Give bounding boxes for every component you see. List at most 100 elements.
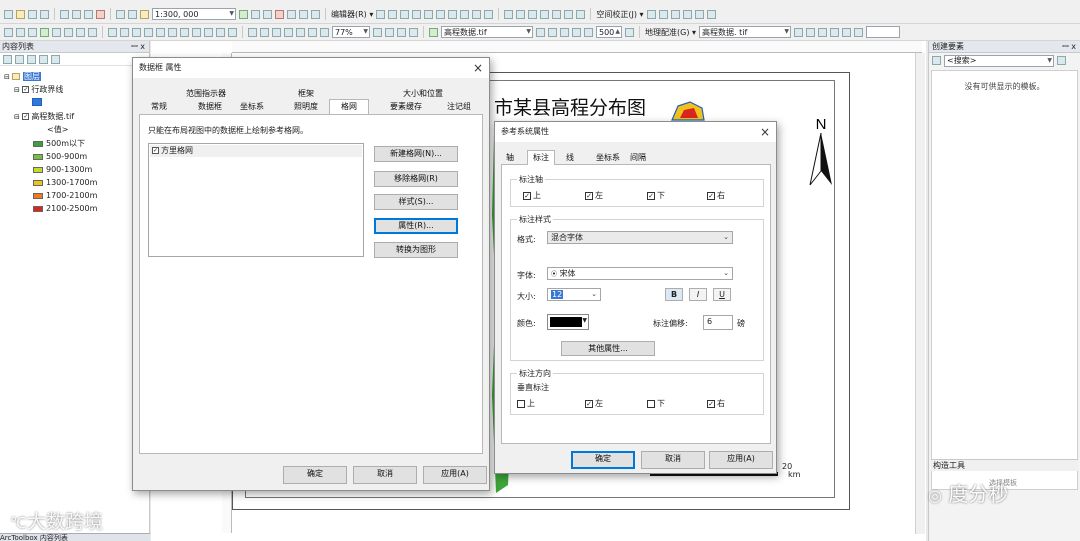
toggle-draft-icon[interactable] [373, 27, 382, 37]
time-slider-icon[interactable] [216, 27, 225, 37]
apply-button[interactable]: 应用(A) [423, 466, 487, 484]
attributes-icon[interactable] [460, 9, 470, 19]
spatial-tool-2-icon[interactable] [516, 9, 526, 19]
list-by-selection-icon[interactable] [39, 55, 48, 64]
back-extent-icon[interactable] [76, 27, 85, 37]
grid-list[interactable]: ✓ 方里格网 [148, 143, 364, 257]
toc-pin-close[interactable]: ꟷ x [131, 41, 145, 53]
rotate-icon[interactable] [448, 9, 458, 19]
go-to-xy-icon[interactable] [204, 27, 213, 37]
open-folder-icon[interactable] [16, 9, 25, 19]
ok-button[interactable]: 确定 [571, 451, 635, 469]
vertical-right-checkbox[interactable]: ✓ 右 [707, 398, 725, 409]
tab-annotation-groups[interactable]: 注记组 [439, 100, 479, 113]
add-control-points-icon[interactable] [830, 27, 839, 37]
add-data-icon[interactable] [140, 9, 149, 19]
clear-selection-icon[interactable] [120, 27, 129, 37]
bold-button[interactable]: B [665, 288, 683, 301]
color-picker[interactable]: ▼ [547, 314, 589, 330]
edit-annotation-icon[interactable] [388, 9, 398, 19]
axis-right-checkbox[interactable]: ✓ 右 [707, 190, 725, 201]
layout-fixed-in-icon[interactable] [308, 27, 317, 37]
tab-data-frame[interactable]: 数据框 [191, 100, 229, 113]
zoom-in-icon[interactable] [4, 27, 13, 37]
pan-icon[interactable] [28, 27, 37, 37]
legend-swatch[interactable] [33, 193, 43, 199]
more-properties-button[interactable]: 其他属性... [561, 341, 655, 356]
tab-size-position[interactable]: 大小和位置 [385, 87, 461, 100]
layers-root[interactable]: ⊟ 图层 [4, 71, 41, 83]
flicker-icon[interactable] [584, 27, 593, 37]
ok-button[interactable]: 确定 [283, 466, 347, 484]
spatial-tool-6-icon[interactable] [564, 9, 574, 19]
grid-style-button[interactable]: 样式(S)... [374, 194, 458, 210]
cancel-button[interactable]: 取消 [641, 451, 705, 469]
georef-tool-icon[interactable] [625, 27, 634, 37]
spatial-tool-4-icon[interactable] [540, 9, 550, 19]
fixed-zoom-out-icon[interactable] [64, 27, 73, 37]
layout-fixed-out-icon[interactable] [320, 27, 329, 37]
create-features-icon[interactable] [484, 9, 494, 19]
underline-button[interactable]: U [713, 288, 731, 301]
tab-grids[interactable]: 格网 [329, 99, 369, 114]
find-icon[interactable] [192, 27, 201, 37]
legend-swatch[interactable] [33, 206, 43, 212]
delete-icon[interactable] [96, 9, 105, 19]
tab-axes[interactable]: 轴 [501, 151, 519, 164]
new-link-icon[interactable] [658, 9, 668, 19]
zoom-100-icon[interactable] [296, 27, 305, 37]
tab-extent-indicators[interactable]: 范围指示器 [171, 87, 241, 100]
dialog-titlebar[interactable]: 数据框 属性 × [133, 58, 489, 78]
spatial-tool-1-icon[interactable] [504, 9, 514, 19]
template-list[interactable]: 没有可供显示的模板。 [931, 70, 1078, 490]
list-by-drawing-order-icon[interactable] [3, 55, 12, 64]
map-scale-combo[interactable]: 1:300, 000 ▼ [152, 8, 236, 20]
extra-input[interactable] [866, 26, 900, 38]
flicker-rate-input[interactable]: 500 ▲ [596, 26, 622, 38]
contrast-icon[interactable] [536, 27, 545, 37]
straight-segment-icon[interactable] [400, 9, 410, 19]
toc-options-icon[interactable] [51, 55, 60, 64]
create-features-pin-close[interactable]: ꟷ x [1062, 41, 1076, 53]
spatial-adjust-menu[interactable]: 空间校正(J) ▾ [596, 9, 643, 20]
template-search-input[interactable]: <搜索> ▼ [944, 54, 1054, 67]
cut-icon[interactable] [60, 9, 69, 19]
search-window-icon[interactable] [287, 9, 296, 19]
new-file-icon[interactable] [4, 9, 13, 19]
tab-lines[interactable]: 线 [561, 151, 579, 164]
legend-swatch[interactable] [33, 180, 43, 186]
legend-swatch[interactable] [33, 154, 43, 160]
tab-coordinate-system[interactable]: 坐标系 [593, 151, 623, 164]
tab-labels[interactable]: 标注 [527, 150, 555, 165]
tab-illumination[interactable]: 照明度 [287, 100, 325, 113]
save-icon[interactable] [28, 9, 37, 19]
tab-feature-cache[interactable]: 要素缓存 [385, 100, 427, 113]
tab-intervals[interactable]: 间隔 [627, 151, 649, 164]
identify-icon[interactable] [144, 27, 153, 37]
shift-icon[interactable] [806, 27, 815, 37]
georeferencing-menu[interactable]: 地理配准(G) ▾ [645, 27, 696, 38]
georef-layer-combo[interactable]: 高程数据. tif ▼ [699, 26, 791, 38]
axis-top-checkbox[interactable]: ✓ 上 [523, 190, 541, 201]
layer-admin-boundary[interactable]: ⊟ ✓ 行政界线 [14, 84, 63, 96]
zoom-out-icon[interactable] [16, 27, 25, 37]
tab-coordinate-system[interactable]: 坐标系 [233, 100, 271, 113]
offset-input[interactable]: 6 [703, 315, 733, 330]
catalog-icon[interactable] [275, 9, 284, 19]
multi-link-icon[interactable] [682, 9, 692, 19]
brightness-icon[interactable] [548, 27, 557, 37]
paste-icon[interactable] [84, 9, 93, 19]
fixed-zoom-in-icon[interactable] [52, 27, 61, 37]
cancel-button[interactable]: 取消 [353, 466, 417, 484]
image-analysis-icon[interactable] [429, 27, 438, 37]
north-arrow[interactable]: N [806, 115, 836, 190]
python-icon[interactable] [311, 9, 320, 19]
map-title[interactable]: 市某县高程分布图 [494, 93, 646, 120]
layout-pan-icon[interactable] [272, 27, 281, 37]
close-icon[interactable]: × [473, 58, 483, 78]
size-select[interactable]: 12 ⌄ [547, 288, 601, 301]
toc-icon[interactable] [263, 9, 272, 19]
close-icon[interactable]: × [760, 122, 770, 142]
scale-icon[interactable] [818, 27, 827, 37]
list-by-source-icon[interactable] [15, 55, 24, 64]
